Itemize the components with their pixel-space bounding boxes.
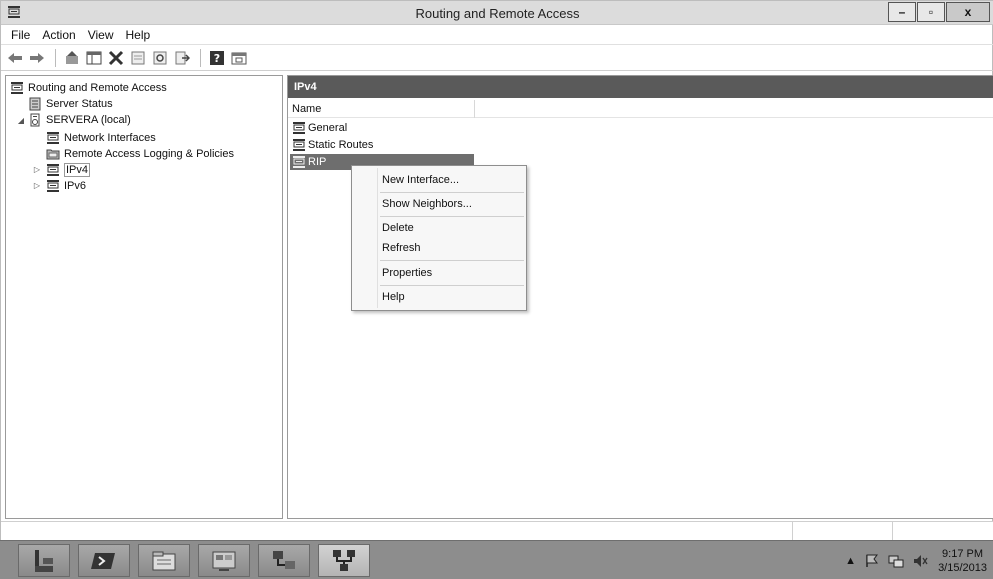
collapse-chevron-icon[interactable]: ◢ — [16, 116, 26, 125]
title-bar[interactable]: Routing and Remote Access – ▫ x — [1, 1, 993, 25]
window-title: Routing and Remote Access — [415, 6, 580, 21]
menu-gutter — [377, 168, 378, 308]
console-icon[interactable] — [229, 48, 249, 68]
rras-icon — [11, 82, 23, 94]
toolbar-separator — [200, 48, 201, 67]
file-explorer-icon[interactable] — [138, 544, 190, 577]
menu-item-help[interactable]: Help — [382, 287, 405, 307]
tree-item-server-status[interactable]: Server Status — [28, 96, 113, 112]
rip-icon — [293, 156, 305, 168]
tree-item-servera[interactable]: SERVERA (local) — [28, 112, 131, 128]
back-icon[interactable] — [5, 48, 25, 68]
list-item-label: Static Routes — [308, 139, 374, 151]
network-icon[interactable] — [258, 544, 310, 577]
tree-label: Routing and Remote Access — [28, 82, 167, 94]
network-tray-icon[interactable] — [888, 553, 904, 569]
menu-file[interactable]: File — [5, 28, 36, 42]
static-routes-icon — [293, 139, 305, 151]
window-controls: – ▫ x — [887, 2, 990, 22]
taskbar-clock[interactable]: 9:17 PM 3/15/2013 — [938, 547, 987, 575]
column-divider[interactable] — [474, 100, 475, 118]
menu-item-properties[interactable]: Properties — [382, 263, 432, 283]
menu-action[interactable]: Action — [36, 28, 81, 42]
tree-label: IPv6 — [64, 180, 87, 192]
menu-item-new-interface[interactable]: New Interface... — [382, 170, 459, 190]
minimize-button[interactable]: – — [888, 2, 916, 22]
tree-label: Server Status — [46, 98, 113, 110]
ipv6-icon — [47, 180, 59, 192]
server-icon — [30, 113, 40, 127]
forward-icon[interactable] — [27, 48, 47, 68]
ipv4-icon — [47, 164, 59, 176]
console-tree: Routing and Remote Access Server Status … — [5, 75, 283, 519]
clock-time: 9:17 PM — [942, 548, 984, 560]
rras-window: Routing and Remote Access – ▫ x File Act… — [0, 0, 993, 542]
menu-bar: File Action View Help — [1, 25, 993, 45]
network-interfaces-icon — [47, 132, 59, 144]
status-bar — [1, 521, 993, 542]
tree-item-network-interfaces[interactable]: Network Interfaces — [46, 130, 156, 146]
export-icon[interactable] — [172, 48, 192, 68]
properties-icon[interactable] — [128, 48, 148, 68]
context-menu: New Interface... Show Neighbors... Delet… — [351, 165, 527, 311]
menu-separator — [380, 192, 524, 193]
pane-header: IPv4 — [288, 76, 993, 98]
server-manager-icon[interactable] — [18, 544, 70, 577]
menu-separator — [380, 260, 524, 261]
toolbar-separator — [55, 48, 56, 67]
column-header-name[interactable]: Name — [292, 103, 321, 115]
tree-item-ipv4[interactable]: IPv4 — [46, 162, 91, 178]
list-item-label: General — [308, 122, 348, 134]
close-button[interactable]: x — [946, 2, 990, 22]
menu-separator — [380, 285, 524, 286]
routing-remote-access-icon[interactable] — [318, 544, 370, 577]
tree-label: SERVERA (local) — [46, 114, 131, 126]
tree-label: Remote Access Logging & Policies — [64, 148, 234, 160]
status-cell — [792, 522, 793, 542]
delete-icon[interactable] — [106, 48, 126, 68]
server-status-icon — [29, 97, 41, 111]
menu-help[interactable]: Help — [120, 28, 157, 42]
menu-separator — [380, 216, 524, 217]
action-center-flag-icon[interactable] — [864, 553, 880, 569]
logging-folder-icon — [46, 149, 60, 160]
clock-date: 3/15/2013 — [938, 562, 987, 574]
restore-button[interactable]: ▫ — [917, 2, 945, 22]
show-hidden-icons-button[interactable]: ▲ — [845, 555, 856, 567]
menu-item-refresh[interactable]: Refresh — [382, 238, 421, 258]
up-icon[interactable] — [62, 48, 82, 68]
general-icon — [293, 122, 305, 134]
status-cell — [892, 522, 893, 542]
list-item-static-routes[interactable]: Static Routes — [290, 137, 373, 153]
tree-item-logging-policies[interactable]: Remote Access Logging & Policies — [46, 146, 234, 162]
expand-chevron-icon[interactable]: ▷ — [32, 181, 42, 190]
tree-label: Network Interfaces — [64, 132, 156, 144]
svg-text:?: ? — [214, 52, 220, 65]
tree-label: IPv4 — [64, 163, 91, 177]
powershell-icon[interactable] — [78, 544, 130, 577]
volume-icon[interactable] — [912, 553, 928, 569]
tree-item-ipv6[interactable]: IPv6 — [46, 178, 86, 194]
column-header-row: Name — [288, 100, 993, 118]
tree-item-root[interactable]: Routing and Remote Access — [10, 80, 167, 96]
control-panel-icon[interactable] — [198, 544, 250, 577]
taskbar: ▲ 9:17 PM 3/15/2013 — [0, 540, 993, 579]
help-icon[interactable]: ? — [207, 48, 227, 68]
show-hide-tree-icon[interactable] — [84, 48, 104, 68]
list-item-label: RIP — [308, 156, 327, 168]
list-item-general[interactable]: General — [290, 120, 347, 136]
refresh-icon[interactable] — [150, 48, 170, 68]
menu-item-delete[interactable]: Delete — [382, 218, 414, 238]
toolbar: ? — [1, 45, 993, 71]
expand-chevron-icon[interactable]: ▷ — [32, 165, 42, 174]
system-tray: ▲ 9:17 PM 3/15/2013 — [837, 545, 987, 577]
menu-item-show-neighbors[interactable]: Show Neighbors... — [382, 194, 472, 214]
menu-view[interactable]: View — [82, 28, 120, 42]
